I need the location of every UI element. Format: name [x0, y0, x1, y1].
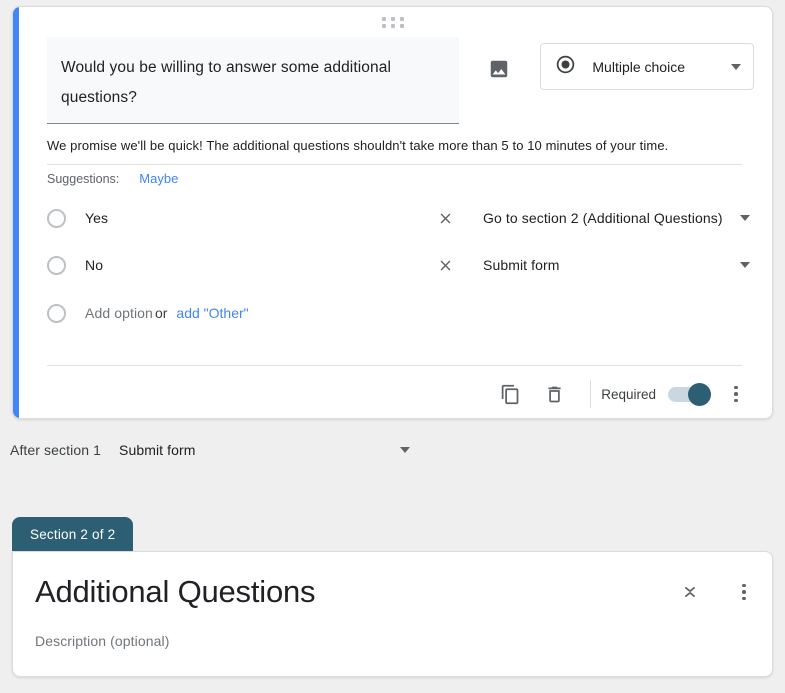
add-option-row: Add option or add "Other"	[47, 296, 750, 330]
active-card-accent-bar	[13, 7, 19, 418]
footer-separator	[590, 380, 592, 408]
chevron-down-icon	[731, 63, 741, 70]
chevron-down-icon	[740, 262, 750, 268]
option-goto-label: Submit form	[483, 257, 560, 273]
question-title-input[interactable]: Would you be willing to answer some addi…	[47, 37, 459, 124]
question-type-select[interactable]: Multiple choice	[540, 43, 754, 90]
remove-option-button[interactable]	[433, 253, 457, 277]
question-card[interactable]: Would you be willing to answer some addi…	[12, 6, 773, 419]
question-title-row: Would you be willing to answer some addi…	[47, 37, 754, 124]
section-2-actions	[664, 574, 758, 610]
option-label[interactable]: Yes	[85, 210, 425, 226]
question-card-footer: Required	[484, 376, 750, 412]
question-type-label: Multiple choice	[592, 58, 685, 75]
option-row: No Submit form	[47, 248, 750, 282]
required-label: Required	[601, 386, 656, 402]
option-goto-select[interactable]: Submit form	[483, 250, 750, 280]
collapse-icon[interactable]	[672, 574, 708, 610]
add-option-button[interactable]: Add option	[85, 305, 153, 321]
chevron-down-icon	[740, 215, 750, 221]
suggestion-maybe[interactable]: Maybe	[139, 171, 178, 186]
footer-divider	[47, 365, 742, 366]
option-goto-select[interactable]: Go to section 2 (Additional Questions)	[483, 203, 750, 233]
option-label[interactable]: No	[85, 257, 425, 273]
suggestions-row: Suggestions: Maybe	[47, 171, 178, 186]
section-2-tab-label: Section 2 of 2	[30, 527, 116, 542]
add-option-or-text: or	[154, 305, 168, 321]
duplicate-icon[interactable]	[492, 376, 528, 412]
after-section-row: After section 1 Submit form	[10, 435, 410, 465]
suggestions-label: Suggestions:	[47, 172, 120, 186]
radio-circle-icon	[47, 255, 66, 275]
section-2-card[interactable]: Additional Questions Description (option…	[12, 551, 773, 677]
trash-icon[interactable]	[536, 376, 572, 412]
after-section-label: After section 1	[10, 442, 101, 458]
divider	[47, 164, 742, 165]
drag-handle-icon[interactable]	[381, 16, 404, 28]
radio-button-icon	[555, 54, 576, 80]
section-2-description-placeholder[interactable]: Description (optional)	[35, 633, 169, 649]
more-options-icon[interactable]	[722, 380, 750, 408]
more-options-icon[interactable]	[730, 578, 758, 606]
after-section-value[interactable]: Submit form	[119, 442, 400, 458]
insert-image-button[interactable]	[481, 49, 519, 89]
section-2-tab[interactable]: Section 2 of 2	[12, 517, 134, 552]
toggle-knob	[688, 382, 711, 406]
section-2-title[interactable]: Additional Questions	[35, 574, 316, 610]
chevron-down-icon[interactable]	[400, 447, 410, 453]
question-description[interactable]: We promise we'll be quick! The additiona…	[47, 138, 668, 153]
option-row: Yes Go to section 2 (Additional Question…	[47, 201, 750, 235]
radio-circle-icon	[47, 303, 66, 323]
remove-option-button[interactable]	[433, 206, 457, 230]
add-other-button[interactable]: add "Other"	[176, 305, 248, 321]
option-goto-label: Go to section 2 (Additional Questions)	[483, 210, 723, 226]
required-toggle[interactable]	[668, 382, 711, 406]
radio-circle-icon	[47, 208, 66, 228]
